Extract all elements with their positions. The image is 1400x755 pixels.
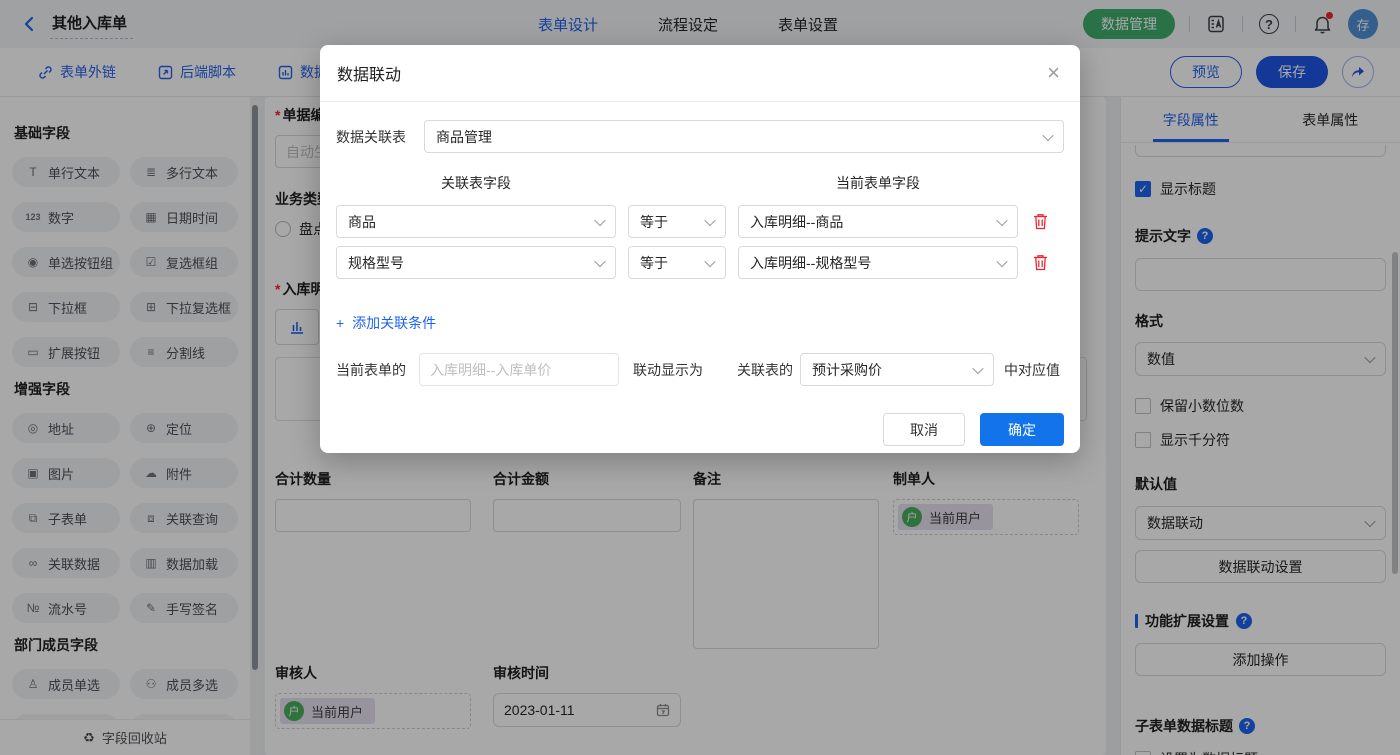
col-header-relation-field: 关联表字段 — [441, 175, 511, 191]
chevron-down-icon — [996, 255, 1008, 267]
add-condition-link[interactable]: + 添加关联条件 — [336, 313, 436, 333]
relation-table-select[interactable]: 商品管理 — [424, 120, 1064, 153]
condition-row: 规格型号 等于 入库明细--规格型号 — [336, 246, 1064, 279]
operator-select[interactable]: 等于 — [628, 205, 726, 238]
plus-icon: + — [336, 315, 345, 331]
display-as-label: 联动显示为 — [633, 361, 703, 378]
chevron-down-icon — [972, 362, 984, 374]
operator-select[interactable]: 等于 — [628, 246, 726, 279]
relation-field-select[interactable]: 商品 — [336, 205, 616, 238]
condition-row: 商品 等于 入库明细--商品 — [336, 205, 1064, 238]
relation-field-select[interactable]: 规格型号 — [336, 246, 616, 279]
cancel-button[interactable]: 取消 — [883, 413, 965, 446]
delete-condition-icon[interactable] — [1030, 253, 1050, 273]
mapping-row: 当前表单的 联动显示为 关联表的 预计采购价 中对应值 — [336, 353, 1064, 386]
relation-table-label: 数据关联表 — [336, 128, 406, 145]
delete-condition-icon[interactable] — [1030, 212, 1050, 232]
current-field-select[interactable]: 入库明细--商品 — [738, 205, 1018, 238]
chevron-down-icon — [594, 214, 606, 226]
mapping-suffix-label: 中对应值 — [1004, 361, 1060, 378]
chevron-down-icon — [704, 214, 716, 226]
relation-table-of-label: 关联表的 — [737, 361, 793, 378]
relation-table-row: 数据关联表 商品管理 — [336, 120, 1064, 153]
confirm-button[interactable]: 确定 — [980, 413, 1064, 446]
current-form-label: 当前表单的 — [336, 361, 406, 378]
col-header-current-field: 当前表单字段 — [836, 175, 920, 191]
relation-value-field-select[interactable]: 预计采购价 — [800, 353, 994, 386]
current-field-select[interactable]: 入库明细--规格型号 — [738, 246, 1018, 279]
chevron-down-icon — [594, 255, 606, 267]
close-icon[interactable]: × — [1047, 62, 1060, 84]
chevron-down-icon — [1042, 129, 1054, 141]
condition-headers: 关联表字段 当前表单字段 — [336, 173, 1064, 193]
modal-title: 数据联动 — [337, 67, 402, 84]
current-field-input — [419, 353, 619, 386]
chevron-down-icon — [704, 255, 716, 267]
chevron-down-icon — [996, 214, 1008, 226]
data-linkage-modal: 数据联动 × 数据关联表 商品管理 关联表字段 当前表单字段 商品 等于 入库明… — [320, 45, 1080, 453]
